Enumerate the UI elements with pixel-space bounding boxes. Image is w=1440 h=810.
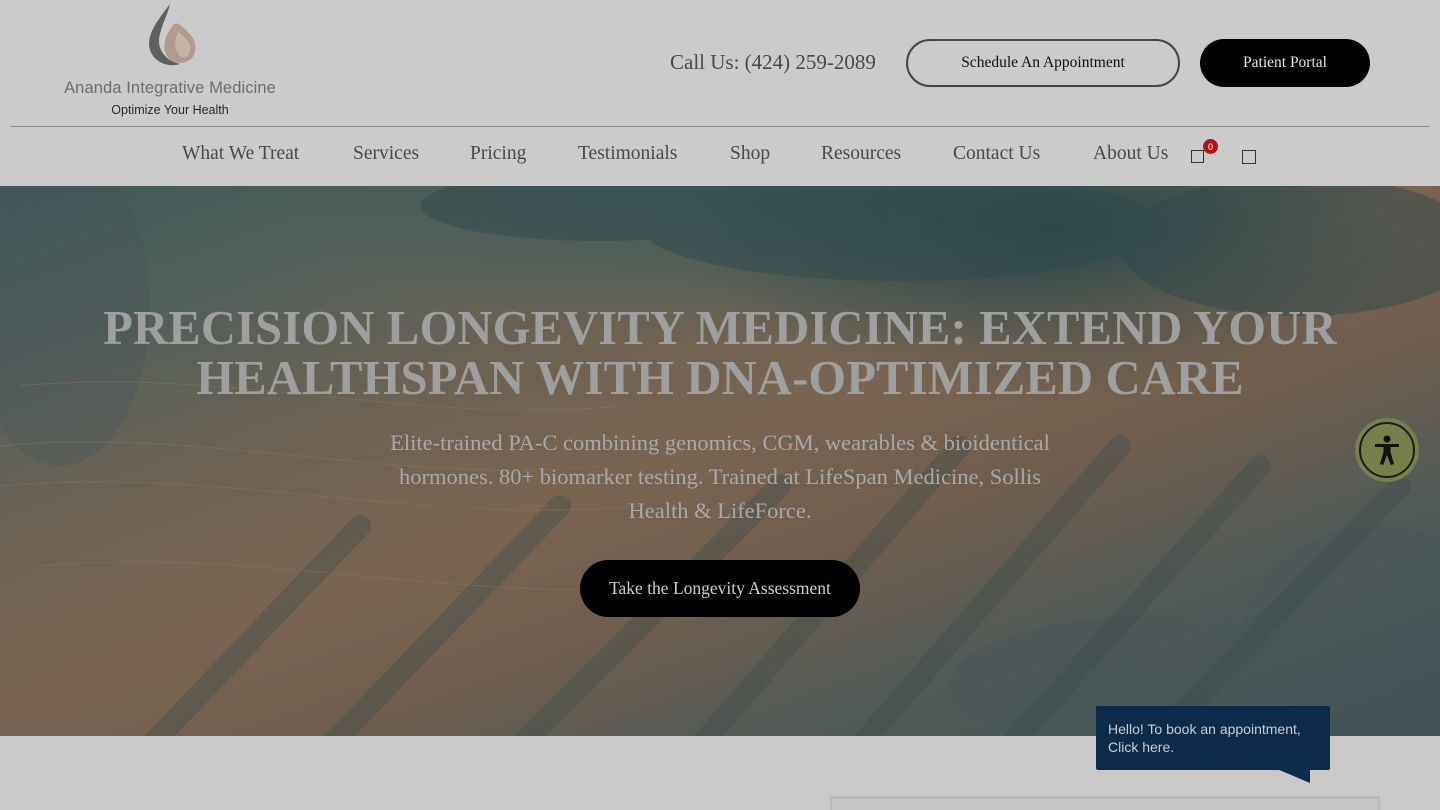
hero-section: PRECISION LONGEVITY MEDICINE: EXTEND YOU… <box>0 186 1440 736</box>
accessibility-icon <box>1375 435 1399 465</box>
chat-bubble-tail <box>1270 766 1310 783</box>
nav-item-shop[interactable]: Shop <box>730 143 770 165</box>
accessibility-button[interactable] <box>1355 418 1419 482</box>
content-card <box>830 796 1380 810</box>
search-icon[interactable] <box>1242 150 1256 164</box>
cart-count-badge: 0 <box>1203 139 1218 154</box>
nav-item-pricing[interactable]: Pricing <box>470 143 526 165</box>
nav-item-what-we-treat[interactable]: What We Treat <box>182 143 299 165</box>
logo-name: Ananda Integrative Medicine <box>64 79 276 97</box>
nav-item-contact-us[interactable]: Contact Us <box>953 143 1040 165</box>
chat-widget[interactable]: Hello! To book an appointment, Click her… <box>1096 706 1330 770</box>
call-us-phone[interactable]: Call Us: (424) 259-2089 <box>670 50 876 75</box>
nav-item-services[interactable]: Services <box>353 143 419 165</box>
nav-item-about-us[interactable]: About Us <box>1093 143 1168 165</box>
main-nav: What We Treat Services Pricing Testimoni… <box>0 127 1440 186</box>
cart-icon[interactable] <box>1191 150 1204 163</box>
nav-item-resources[interactable]: Resources <box>821 143 901 165</box>
logo-tagline: Optimize Your Health <box>111 103 229 117</box>
longevity-assessment-button[interactable]: Take the Longevity Assessment <box>580 560 860 617</box>
hero-title: PRECISION LONGEVITY MEDICINE: EXTEND YOU… <box>103 302 1337 405</box>
patient-portal-button[interactable]: Patient Portal <box>1200 39 1370 87</box>
accessibility-ring <box>1359 422 1415 478</box>
schedule-appointment-button[interactable]: Schedule An Appointment <box>906 39 1180 87</box>
hero-subtitle: Elite-trained PA-C combining genomics, C… <box>390 430 1050 523</box>
logo[interactable]: Ananda Integrative Medicine Optimize You… <box>62 2 278 120</box>
logo-drop-icon <box>149 4 196 66</box>
site-header: Ananda Integrative Medicine Optimize You… <box>0 0 1440 186</box>
nav-item-testimonials[interactable]: Testimonials <box>578 143 677 165</box>
